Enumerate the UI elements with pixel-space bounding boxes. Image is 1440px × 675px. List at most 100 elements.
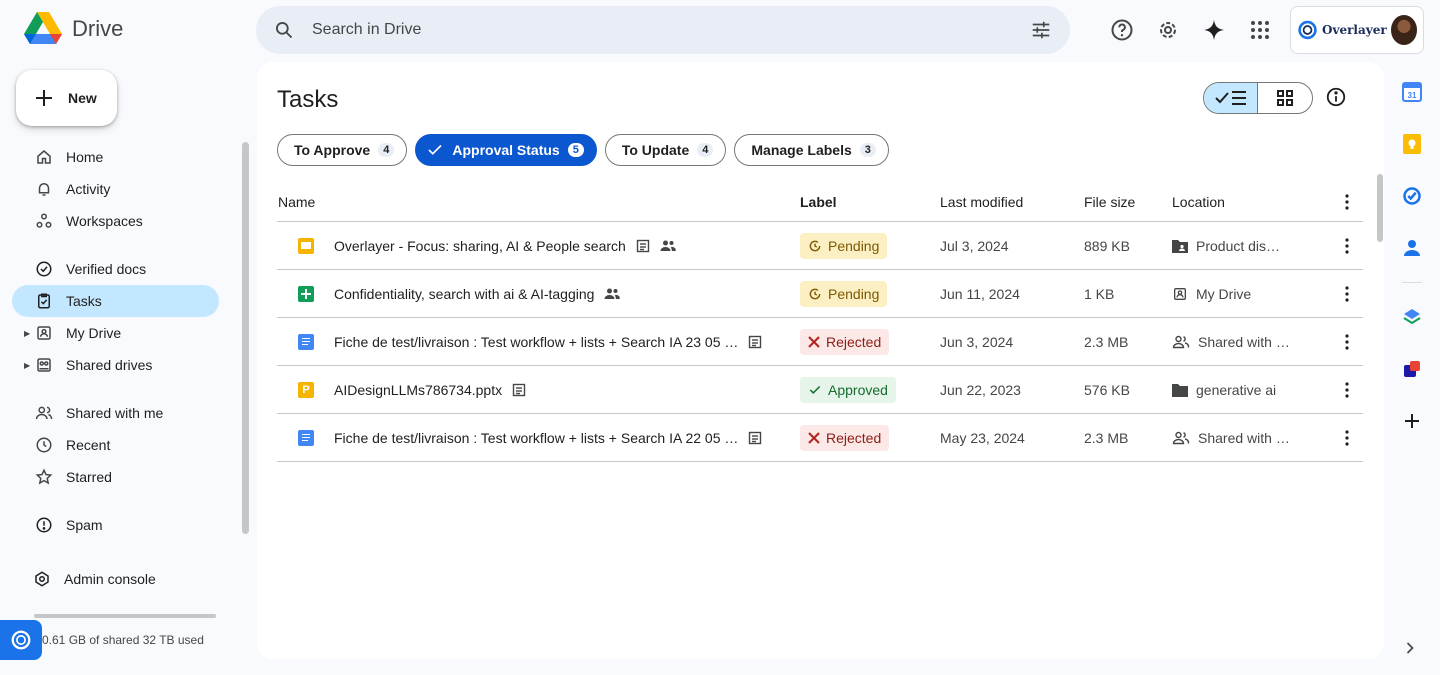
- chip-to-approve[interactable]: To Approve 4: [277, 134, 408, 166]
- shared-people-icon: [604, 287, 621, 301]
- add-addon-plus-icon[interactable]: [1394, 401, 1430, 441]
- file-table: Name Label Last modified File size Locat…: [277, 182, 1363, 462]
- sidebar-item-starred[interactable]: Starred: [12, 461, 219, 493]
- chip-manage-labels[interactable]: Manage Labels 3: [734, 134, 889, 166]
- more-options-icon[interactable]: [1332, 381, 1362, 398]
- sidebar-item-recent[interactable]: Recent: [12, 429, 219, 461]
- settings-gear-icon[interactable]: [1152, 14, 1184, 46]
- sidebar-scrollbar[interactable]: [242, 142, 249, 534]
- file-size: 576 KB: [1084, 381, 1130, 398]
- admin-console-icon: [32, 569, 52, 589]
- overlayer-extension-button[interactable]: [0, 620, 42, 660]
- spam-alert-icon: [34, 515, 54, 535]
- main-scrollbar[interactable]: [1377, 174, 1383, 242]
- rejected-x-icon: [808, 335, 820, 348]
- location-text[interactable]: generative ai: [1196, 382, 1276, 398]
- contacts-icon[interactable]: [1394, 228, 1430, 268]
- svg-text:31: 31: [1408, 91, 1417, 100]
- search-options-icon[interactable]: [1030, 19, 1052, 41]
- sidebar-item-my-drive[interactable]: ▶ My Drive: [12, 317, 219, 349]
- expand-caret-icon[interactable]: ▶: [24, 329, 30, 338]
- main-panel: Tasks To Approve 4 Approval Status 5 To …: [257, 62, 1384, 659]
- sidebar-item-spam[interactable]: Spam: [12, 509, 219, 541]
- apps-grid-icon[interactable]: [1244, 14, 1276, 46]
- layers-addon-icon[interactable]: [1394, 297, 1430, 337]
- check-list-icon: [1214, 91, 1246, 105]
- grid-view-button[interactable]: [1258, 83, 1312, 113]
- expand-panel-chevron-icon[interactable]: [1400, 638, 1420, 663]
- column-last-modified[interactable]: Last modified: [940, 194, 1084, 210]
- chip-label: To Update: [621, 142, 690, 158]
- status-label: Pending: [828, 285, 880, 302]
- sidebar-item-workspaces[interactable]: Workspaces: [12, 205, 219, 237]
- column-options-icon[interactable]: [1332, 193, 1362, 210]
- table-row[interactable]: Fiche de test/livraison : Test workflow …: [277, 414, 1363, 462]
- drive-logo[interactable]: Drive: [24, 12, 123, 46]
- tasks-icon[interactable]: [1394, 176, 1430, 216]
- app-name: Drive: [72, 16, 124, 41]
- file-size: 889 KB: [1084, 237, 1130, 254]
- help-icon[interactable]: [1106, 14, 1138, 46]
- bell-icon: [34, 179, 54, 199]
- sidebar-item-admin-console[interactable]: Admin console: [12, 563, 219, 595]
- more-options-icon[interactable]: [1332, 429, 1362, 446]
- status-label: Rejected: [826, 429, 882, 446]
- location-text[interactable]: Shared with …: [1198, 334, 1290, 350]
- pending-clock-icon: [809, 240, 821, 251]
- filter-chips: To Approve 4 Approval Status 5 To Update…: [277, 134, 889, 166]
- clock-icon: [34, 435, 54, 455]
- more-options-icon[interactable]: [1332, 285, 1362, 302]
- location-text[interactable]: Shared with …: [1198, 430, 1290, 446]
- docs-file-icon: [298, 429, 314, 446]
- file-name: AIDesignLLMs786734.pptx: [334, 381, 503, 398]
- more-options-icon[interactable]: [1332, 237, 1362, 254]
- sidebar-item-shared-with-me[interactable]: Shared with me: [12, 397, 219, 429]
- sidebar-item-verified-docs[interactable]: Verified docs: [12, 253, 219, 285]
- location-text[interactable]: Product dis…: [1196, 238, 1280, 254]
- search-icon[interactable]: [274, 20, 294, 40]
- avatar[interactable]: [1390, 15, 1417, 45]
- file-name: Overlayer - Focus: sharing, AI & People …: [334, 237, 626, 254]
- sidebar-item-label: Recent: [66, 437, 111, 453]
- gemini-sparkle-icon[interactable]: [1198, 14, 1230, 46]
- table-row[interactable]: Confidentiality, search with ai & AI-tag…: [277, 270, 1363, 318]
- chip-count: 4: [378, 143, 395, 157]
- column-name[interactable]: Name: [277, 194, 800, 210]
- sidebar-nav: Home Activity Workspaces Verified docs T…: [12, 141, 219, 595]
- file-size: 1 KB: [1084, 285, 1115, 302]
- sidebar-item-shared-drives[interactable]: ▶ Shared drives: [12, 349, 219, 381]
- sidebar-item-activity[interactable]: Activity: [12, 173, 219, 205]
- addon-red-icon[interactable]: [1394, 349, 1430, 389]
- view-toggle[interactable]: [1203, 82, 1313, 114]
- table-row[interactable]: P AIDesignLLMs786734.pptx Approved Jun 2…: [277, 366, 1363, 414]
- more-options-icon[interactable]: [1332, 333, 1362, 350]
- my-drive-icon: [34, 323, 54, 343]
- doc-preview-icon: [636, 239, 650, 253]
- docs-file-icon: [298, 333, 314, 350]
- sidebar-item-tasks[interactable]: Tasks: [12, 285, 219, 317]
- last-modified: Jun 3, 2024: [940, 333, 1014, 350]
- chip-to-update[interactable]: To Update 4: [604, 134, 727, 166]
- location-text[interactable]: My Drive: [1196, 286, 1251, 302]
- account-switcher[interactable]: Overlayer: [1290, 6, 1424, 54]
- keep-icon[interactable]: [1394, 124, 1430, 164]
- search-input[interactable]: Search in Drive: [312, 21, 1030, 39]
- info-icon[interactable]: [1325, 86, 1347, 113]
- expand-caret-icon[interactable]: ▶: [24, 361, 30, 370]
- column-label[interactable]: Label: [800, 194, 940, 210]
- pending-clock-icon: [809, 288, 821, 299]
- column-file-size[interactable]: File size: [1084, 194, 1172, 210]
- table-row[interactable]: Fiche de test/livraison : Test workflow …: [277, 318, 1363, 366]
- chip-label: Manage Labels: [751, 142, 852, 158]
- new-button[interactable]: New: [16, 70, 117, 126]
- list-view-button[interactable]: [1204, 83, 1259, 113]
- chip-approval-status[interactable]: Approval Status 5: [415, 134, 597, 166]
- table-row[interactable]: Overlayer - Focus: sharing, AI & People …: [277, 222, 1363, 270]
- column-location[interactable]: Location: [1172, 194, 1332, 210]
- people-icon: [34, 403, 54, 423]
- sidebar-item-home[interactable]: Home: [12, 141, 219, 173]
- calendar-icon[interactable]: 31: [1394, 72, 1430, 112]
- shared-drives-icon: [34, 355, 54, 375]
- star-icon: [34, 467, 54, 487]
- search-bar[interactable]: Search in Drive: [256, 6, 1070, 54]
